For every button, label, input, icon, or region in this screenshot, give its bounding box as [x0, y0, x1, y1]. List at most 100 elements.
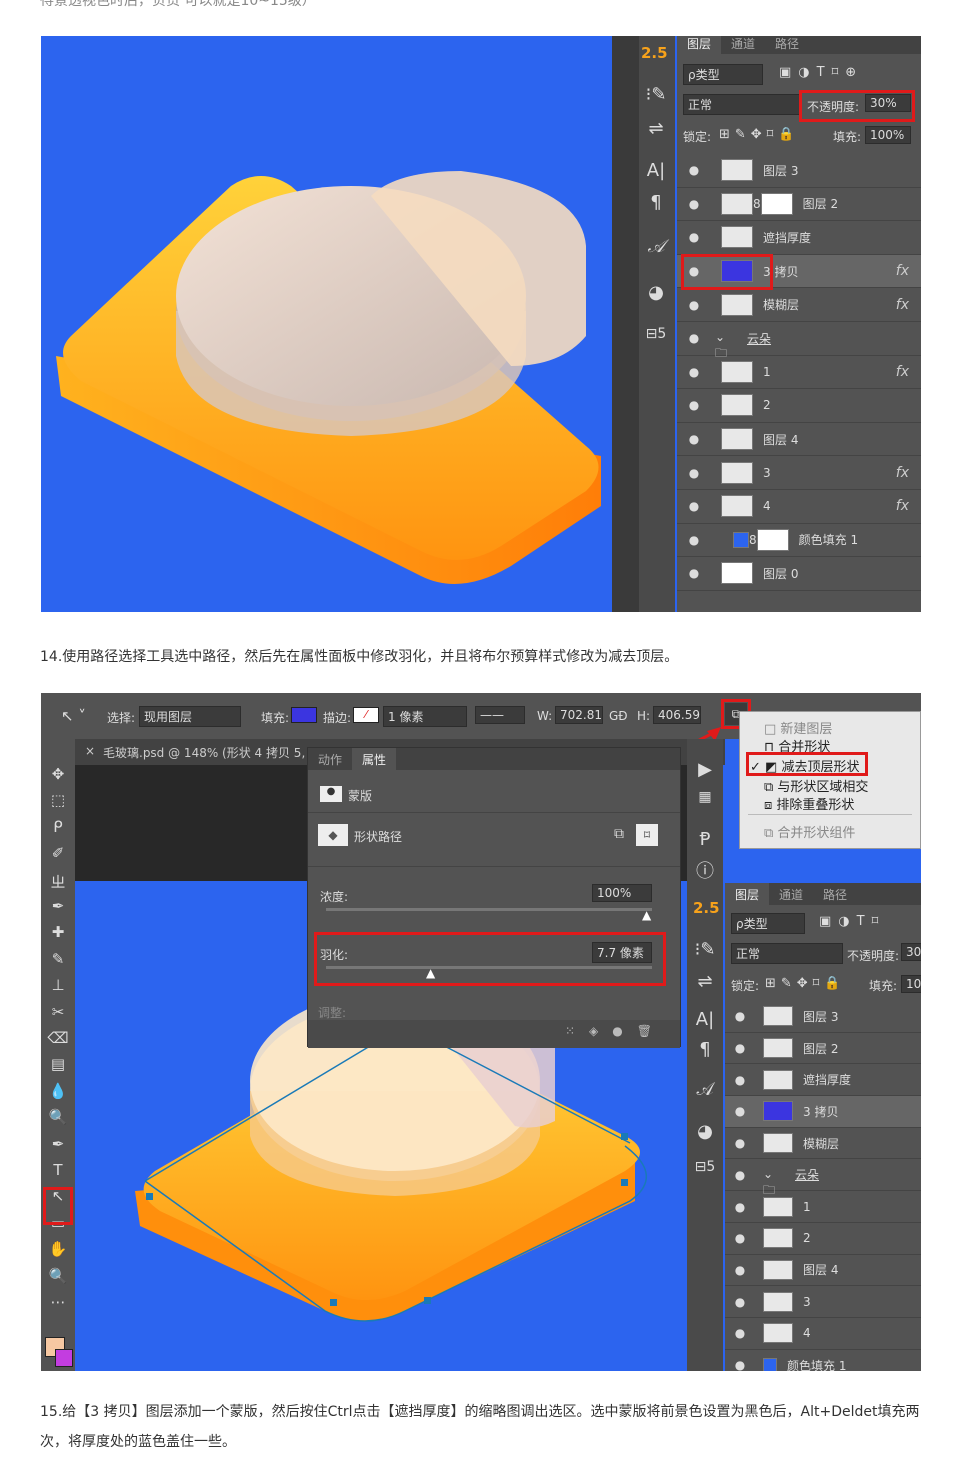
tab-channels-2[interactable]: 通道 — [769, 883, 813, 905]
layer-row-2[interactable]: ● 颜色填充 1 — [725, 1350, 921, 1371]
layer-row[interactable]: ● 3 fx — [677, 456, 921, 490]
color-wheel-icon-2[interactable]: ◕ — [690, 1121, 720, 1142]
info-icon[interactable]: ⓘ — [690, 857, 720, 883]
brush-preset-icon-2[interactable]: ⁝✎ — [690, 939, 720, 960]
blur-icon[interactable]: 💧 — [47, 1082, 69, 1100]
layer-row[interactable]: ● 1 fx — [677, 356, 921, 390]
adjust-icon-2[interactable]: ⇌ — [690, 971, 720, 992]
dodge-icon[interactable]: 🔍 — [47, 1108, 69, 1126]
layer-row-2[interactable]: ● 图层 2 — [725, 1033, 921, 1065]
layer-row[interactable]: ● ⌄🗀 云朵 — [677, 322, 921, 360]
adjust-icon[interactable]: ⇌ — [641, 118, 671, 139]
layer-row-2[interactable]: ● 1 — [725, 1191, 921, 1223]
layer-row[interactable]: ● 模糊层 fx — [677, 288, 921, 322]
path-op-item[interactable]: ⧉ 合并形状组件 — [764, 822, 855, 841]
fx-icon[interactable]: fx — [896, 263, 909, 279]
layer-row[interactable]: ● 遮挡厚度 — [677, 221, 921, 255]
layer-row[interactable]: ● 8 图层 2 — [677, 188, 921, 222]
visibility-eye-icon[interactable]: ● — [733, 1200, 747, 1214]
w-input[interactable]: 702.81 — [555, 706, 603, 724]
filter-select[interactable]: ρ类型 — [683, 64, 763, 85]
gradient-icon[interactable]: ▤ — [47, 1055, 69, 1073]
visibility-eye-icon[interactable]: ● — [733, 1358, 747, 1371]
layer-row-2[interactable]: ● 3 — [725, 1286, 921, 1318]
path-panel-icon[interactable]: Ᵽ — [690, 829, 720, 850]
add-mask-icon[interactable]: ⧉ — [614, 826, 624, 842]
filter-icons-2[interactable]: ▣◑T⌑ — [819, 914, 885, 929]
more-icon[interactable]: ⋯ — [47, 1293, 69, 1311]
tab-layers-2[interactable]: 图层 — [725, 883, 770, 905]
healing-icon[interactable]: ✚ — [47, 923, 69, 941]
opacity-input-2[interactable]: 30 — [901, 943, 921, 961]
type-icon[interactable]: T — [47, 1161, 69, 1179]
eraser-icon[interactable]: ⌫ — [47, 1029, 69, 1047]
play-icon[interactable]: ▶ — [690, 759, 720, 780]
fx-icon[interactable]: fx — [896, 465, 909, 481]
path-op-item[interactable]: □ 新建图层 — [764, 718, 832, 737]
tab-layers[interactable]: 图层 — [677, 36, 722, 54]
layer-row-2[interactable]: ● 2 — [725, 1223, 921, 1255]
fill-input[interactable]: 100% — [865, 126, 911, 144]
properties-footer-icons[interactable]: ⁙◈●🗑 — [308, 1020, 680, 1048]
tab-channels[interactable]: 通道 — [721, 36, 765, 54]
link-icon[interactable]: GĐ — [609, 709, 628, 723]
layer-row-2[interactable]: ● 3 拷贝 — [725, 1096, 921, 1128]
zoom-icon[interactable]: 🔍 — [47, 1267, 69, 1285]
visibility-eye-icon[interactable]: ● — [733, 1104, 747, 1118]
layer-row-2[interactable]: ● 图层 3 — [725, 1001, 921, 1033]
visibility-eye-icon[interactable]: ● — [733, 1041, 747, 1055]
move-icon[interactable]: ✥ — [47, 765, 69, 783]
layer-row[interactable]: ● 图层 0 — [677, 557, 921, 591]
layer-row-2[interactable]: ● 模糊层 — [725, 1128, 921, 1160]
eyedropper-icon[interactable]: ✒ — [47, 897, 69, 915]
layer-row[interactable]: ● 4 fx — [677, 490, 921, 524]
background-color-swatch[interactable] — [55, 1349, 73, 1367]
lock-icons[interactable]: ⊞✎✥⌑🔒 — [719, 127, 800, 142]
blend-mode-select[interactable]: 正常 — [683, 94, 801, 115]
stroke-style-select[interactable]: —— — [475, 706, 525, 724]
visibility-eye-icon[interactable]: ● — [733, 1263, 747, 1277]
stamp-icon[interactable]: ⊥ — [47, 976, 69, 994]
path-op-item[interactable]: ⧉ 与形状区域相交 — [764, 776, 868, 795]
paragraph-icon[interactable]: ¶ — [641, 192, 671, 213]
path-op-item[interactable]: ⧈ 排除重叠形状 — [764, 794, 854, 813]
visibility-eye-icon[interactable]: ● — [733, 1295, 747, 1309]
layer-row[interactable]: ● 8 颜色填充 1 — [677, 524, 921, 558]
timeline-icon-2[interactable]: ⊟5 — [690, 1159, 720, 1175]
lock-icons-2[interactable]: ⊞✎✥⌑🔒 — [765, 976, 846, 991]
visibility-eye-icon[interactable]: ● — [733, 1326, 747, 1340]
visibility-eye-icon[interactable]: ● — [687, 331, 701, 345]
layer-row[interactable]: ● 图层 3 — [677, 154, 921, 188]
visibility-eye-icon[interactable]: ● — [687, 499, 701, 513]
visibility-eye-icon[interactable]: ● — [733, 1009, 747, 1023]
stroke-width-input[interactable]: 1 像素 — [383, 706, 467, 727]
path-select-tool-icon[interactable]: ↖ ˅ — [61, 707, 86, 725]
brush-preset-icon[interactable]: ⁝✎ — [641, 84, 671, 105]
visibility-eye-icon[interactable]: ● — [733, 1136, 747, 1150]
fx-icon[interactable]: fx — [896, 498, 909, 514]
glyph-icon[interactable]: 𝒜 — [641, 236, 671, 257]
info-panel-icon[interactable]: ▦ — [690, 789, 720, 805]
density-input[interactable]: 100% — [592, 884, 652, 902]
glyph-icon-2[interactable]: 𝒜 — [690, 1079, 720, 1100]
brush-icon[interactable]: ✎ — [47, 950, 69, 968]
tab-paths[interactable]: 路径 — [765, 36, 809, 54]
visibility-eye-icon[interactable]: ● — [687, 230, 701, 244]
path-mask-icon[interactable]: ⌑ — [636, 824, 658, 846]
blend-mode-select-2[interactable]: 正常 — [731, 943, 843, 964]
lasso-icon[interactable]: ᑭ — [47, 818, 69, 836]
tab-properties[interactable]: 属性 — [352, 748, 397, 770]
layer-row-2[interactable]: ● 遮挡厚度 — [725, 1064, 921, 1097]
visibility-eye-icon[interactable]: ● — [687, 566, 701, 580]
tab-paths-2[interactable]: 路径 — [813, 883, 857, 905]
layer-row[interactable]: ● 2 — [677, 389, 921, 423]
character-icon[interactable]: A| — [641, 160, 671, 181]
layer-row[interactable]: ● 图层 4 — [677, 423, 921, 457]
visibility-eye-icon[interactable]: ● — [687, 466, 701, 480]
visibility-eye-icon[interactable]: ● — [687, 398, 701, 412]
visibility-eye-icon[interactable]: ● — [687, 197, 701, 211]
visibility-eye-icon[interactable]: ● — [733, 1073, 747, 1087]
visibility-eye-icon[interactable]: ● — [733, 1231, 747, 1245]
visibility-eye-icon[interactable]: ● — [687, 298, 701, 312]
color-wheel-icon[interactable]: ◕ — [641, 282, 671, 303]
